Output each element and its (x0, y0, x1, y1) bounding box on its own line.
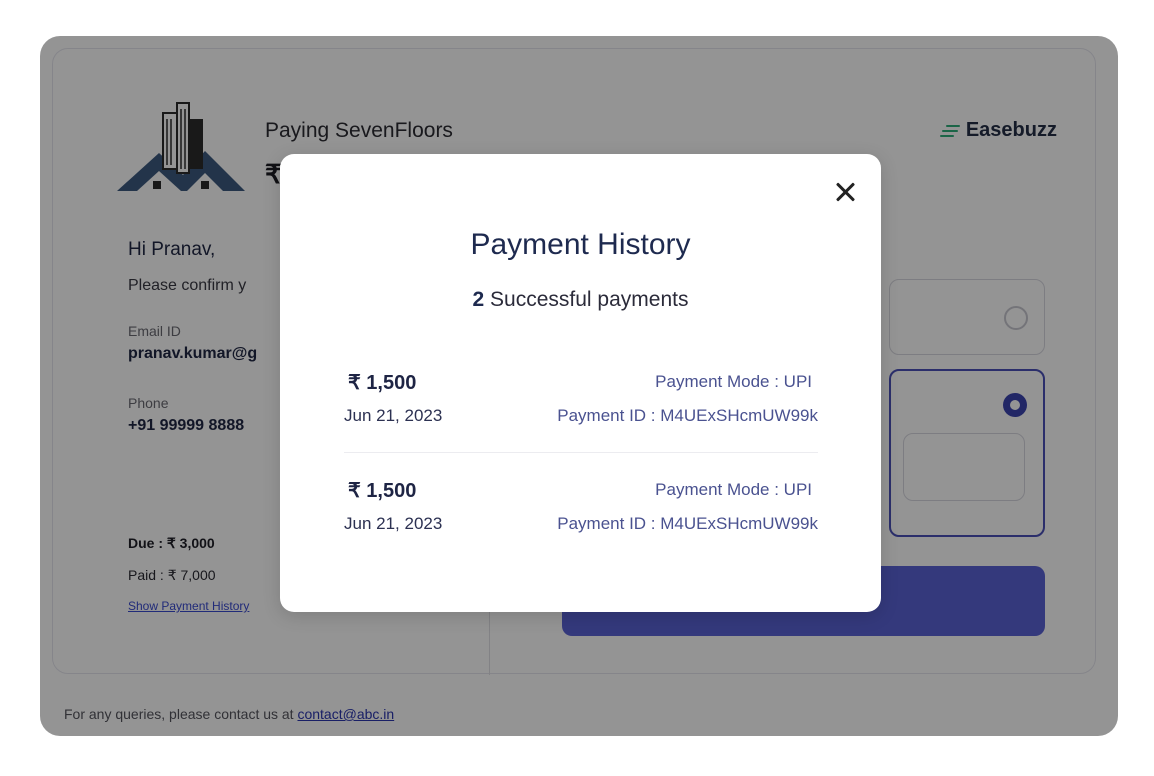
payment-history-modal: Payment History 2 Successful payments ₹ … (280, 154, 881, 612)
payment-id: Payment ID : M4UExSHcmUW99k (557, 514, 818, 533)
payment-amount: ₹ 1,500 (348, 372, 417, 394)
row-divider (344, 452, 818, 453)
modal-subtitle: 2 Successful payments (280, 288, 881, 312)
payment-row: ₹ 1,500 Jun 21, 2023 Payment Mode : UPI … (344, 368, 818, 438)
payment-count: 2 (472, 288, 485, 311)
payment-row: ₹ 1,500 Jun 21, 2023 Payment Mode : UPI … (344, 476, 818, 546)
payment-id: Payment ID : M4UExSHcmUW99k (557, 406, 818, 425)
modal-title: Payment History (470, 228, 691, 261)
payment-date: Jun 21, 2023 (344, 514, 443, 533)
payment-count-suffix: Successful payments (484, 288, 689, 311)
payment-amount: ₹ 1,500 (348, 480, 417, 502)
payment-date: Jun 21, 2023 (344, 406, 443, 425)
close-icon[interactable] (833, 180, 857, 204)
payment-mode: Payment Mode : UPI (655, 480, 812, 499)
payment-mode: Payment Mode : UPI (655, 372, 812, 391)
